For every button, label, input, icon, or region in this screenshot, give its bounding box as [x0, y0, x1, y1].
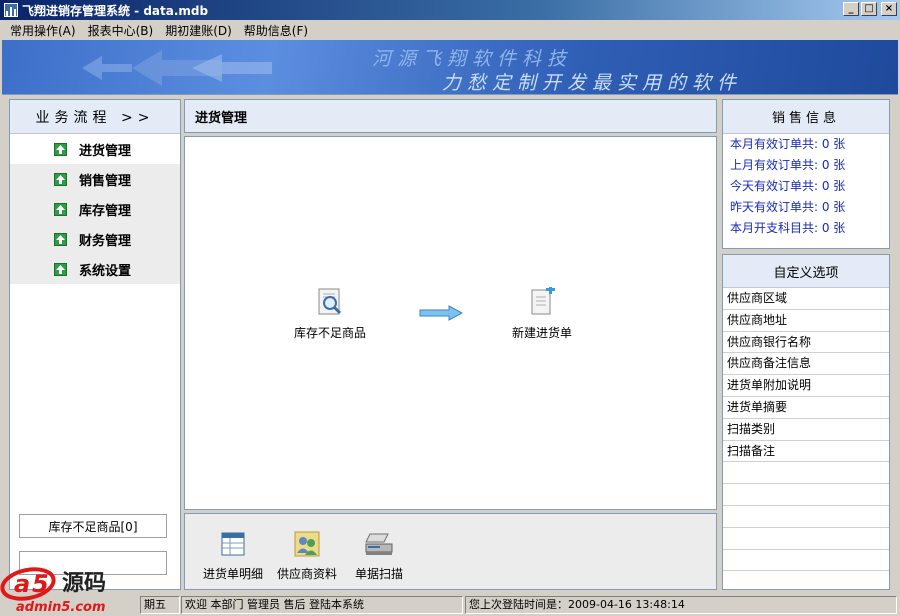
custom-option-item[interactable]: 扫描类别	[723, 419, 889, 441]
custom-option-item[interactable]: 供应商备注信息	[723, 353, 889, 376]
custom-option-item[interactable]: 供应商区域	[723, 288, 889, 310]
scanner-icon	[365, 533, 393, 555]
sales-last-month: 上月有效订单共: 0 张	[730, 158, 846, 172]
supplier-info-label: 供应商资料	[277, 567, 338, 581]
window-title: 飞翔进销存管理系统 - data.mdb	[22, 3, 209, 18]
green-up-arrow-icon	[54, 232, 67, 246]
flow-node-label: 库存不足商品	[293, 326, 366, 340]
nav-item-inventory[interactable]: 库存管理	[10, 194, 180, 224]
green-up-arrow-icon	[54, 172, 67, 186]
custom-option-item[interactable]: 扫描备注	[723, 441, 889, 463]
flow-node-low-stock[interactable]: 库存不足商品	[285, 287, 375, 341]
contacts-icon	[294, 531, 320, 557]
nav-item-label: 进货管理	[79, 143, 132, 159]
new-document-icon	[531, 285, 555, 315]
nav-item-sales[interactable]: 销售管理	[10, 164, 180, 194]
green-up-arrow-icon	[54, 142, 67, 156]
purchase-detail-button[interactable]: 进货单明细	[203, 530, 263, 582]
svg-text:5: 5	[32, 570, 49, 598]
green-up-arrow-icon	[54, 262, 67, 276]
nav-item-system-settings[interactable]: 系统设置	[10, 254, 180, 284]
banner-slogan: 力愁定制开发最实用的软件	[442, 72, 743, 94]
custom-option-item[interactable]: 进货单附加说明	[723, 375, 889, 397]
menu-report-center[interactable]: 报表中心(B)	[82, 22, 160, 39]
a5-watermark-logo: a 5 源码 admin5.com	[0, 567, 106, 615]
nav-item-purchase[interactable]: 进货管理	[10, 134, 180, 164]
banner-company: 河源飞翔软件科技	[372, 48, 573, 70]
workflow-header[interactable]: 业务流程 >>	[10, 100, 180, 134]
nav-item-label: 库存管理	[79, 203, 132, 219]
menu-bar: 常用操作(A) 报表中心(B) 期初建账(D) 帮助信息(F)	[0, 20, 900, 40]
quick-toolbar: 进货单明细 供应商资料 单据扫描	[184, 513, 717, 590]
status-last-login: 您上次登陆时间是：2009-04-16 13:48:14	[465, 596, 897, 614]
flow-node-label: 新建进货单	[511, 326, 572, 340]
nav-item-finance[interactable]: 财务管理	[10, 224, 180, 254]
section-title: 进货管理	[184, 99, 717, 133]
status-welcome: 欢迎 本部门 管理员 售后 登陆本系统	[181, 596, 463, 614]
banner: 河源飞翔软件科技 力愁定制开发最实用的软件	[2, 40, 898, 95]
status-weekday: 期五	[140, 596, 180, 614]
sales-this-month: 本月有效订单共: 0 张	[730, 137, 846, 151]
expense-this-month: 本月开支科目共: 0 张	[730, 221, 846, 235]
menu-help[interactable]: 帮助信息(F)	[238, 22, 314, 39]
custom-option-empty-row	[723, 528, 889, 550]
custom-option-item[interactable]: 供应商银行名称	[723, 332, 889, 354]
sales-yesterday: 昨天有效订单共: 0 张	[730, 200, 846, 214]
menu-common-ops[interactable]: 常用操作(A)	[4, 22, 82, 39]
minimize-button[interactable]: _	[843, 2, 859, 16]
title-bar: 飞翔进销存管理系统 - data.mdb _ □ ×	[0, 0, 900, 20]
custom-option-empty-row	[723, 506, 889, 528]
table-icon	[221, 532, 245, 556]
workflow-canvas: 库存不足商品 新建进货单	[184, 136, 717, 510]
custom-option-empty-row	[723, 571, 889, 594]
window-controls: _ □ ×	[843, 2, 897, 16]
nav-item-label: 系统设置	[79, 263, 132, 279]
svg-text:a: a	[14, 570, 30, 598]
nav-item-label: 财务管理	[79, 233, 132, 249]
sales-today: 今天有效订单共: 0 张	[730, 179, 846, 193]
custom-option-empty-row	[723, 484, 889, 506]
magnifier-document-icon	[318, 288, 342, 315]
sales-info-header: 销售信息	[723, 100, 889, 134]
banner-arrows-decoration	[82, 50, 272, 86]
nav-item-label: 销售管理	[79, 173, 132, 189]
custom-option-empty-row	[723, 462, 889, 485]
menu-opening-accounts[interactable]: 期初建账(D)	[159, 22, 238, 39]
custom-options-panel: 自定义选项 供应商区域 供应商地址 供应商银行名称 供应商备注信息 进货单附加说…	[722, 254, 890, 594]
workflow-panel: 业务流程 >> 进货管理 销售管理 库存管理 财务管理 系统设置 库存不足商品[…	[9, 99, 181, 590]
custom-option-empty-row	[723, 550, 889, 572]
document-scan-label: 单据扫描	[355, 567, 404, 581]
custom-options-header: 自定义选项	[723, 255, 889, 288]
document-scan-button[interactable]: 单据扫描	[355, 530, 403, 582]
purchase-detail-label: 进货单明细	[203, 567, 264, 581]
maximize-button[interactable]: □	[861, 2, 877, 16]
low-stock-button[interactable]: 库存不足商品[0]	[19, 514, 167, 538]
svg-text:源码: 源码	[62, 571, 106, 596]
flow-right-arrow-icon	[419, 305, 463, 321]
flow-node-new-purchase-order[interactable]: 新建进货单	[497, 285, 587, 341]
sales-info-panel: 销售信息 本月有效订单共: 0 张 上月有效订单共: 0 张 今天有效订单共: …	[722, 99, 890, 249]
custom-option-item[interactable]: 供应商地址	[723, 310, 889, 332]
app-icon	[4, 3, 18, 17]
green-up-arrow-icon	[54, 202, 67, 216]
svg-text:admin5.com: admin5.com	[16, 600, 106, 615]
supplier-info-button[interactable]: 供应商资料	[277, 530, 337, 582]
close-button[interactable]: ×	[881, 2, 897, 16]
custom-option-item[interactable]: 进货单摘要	[723, 397, 889, 419]
